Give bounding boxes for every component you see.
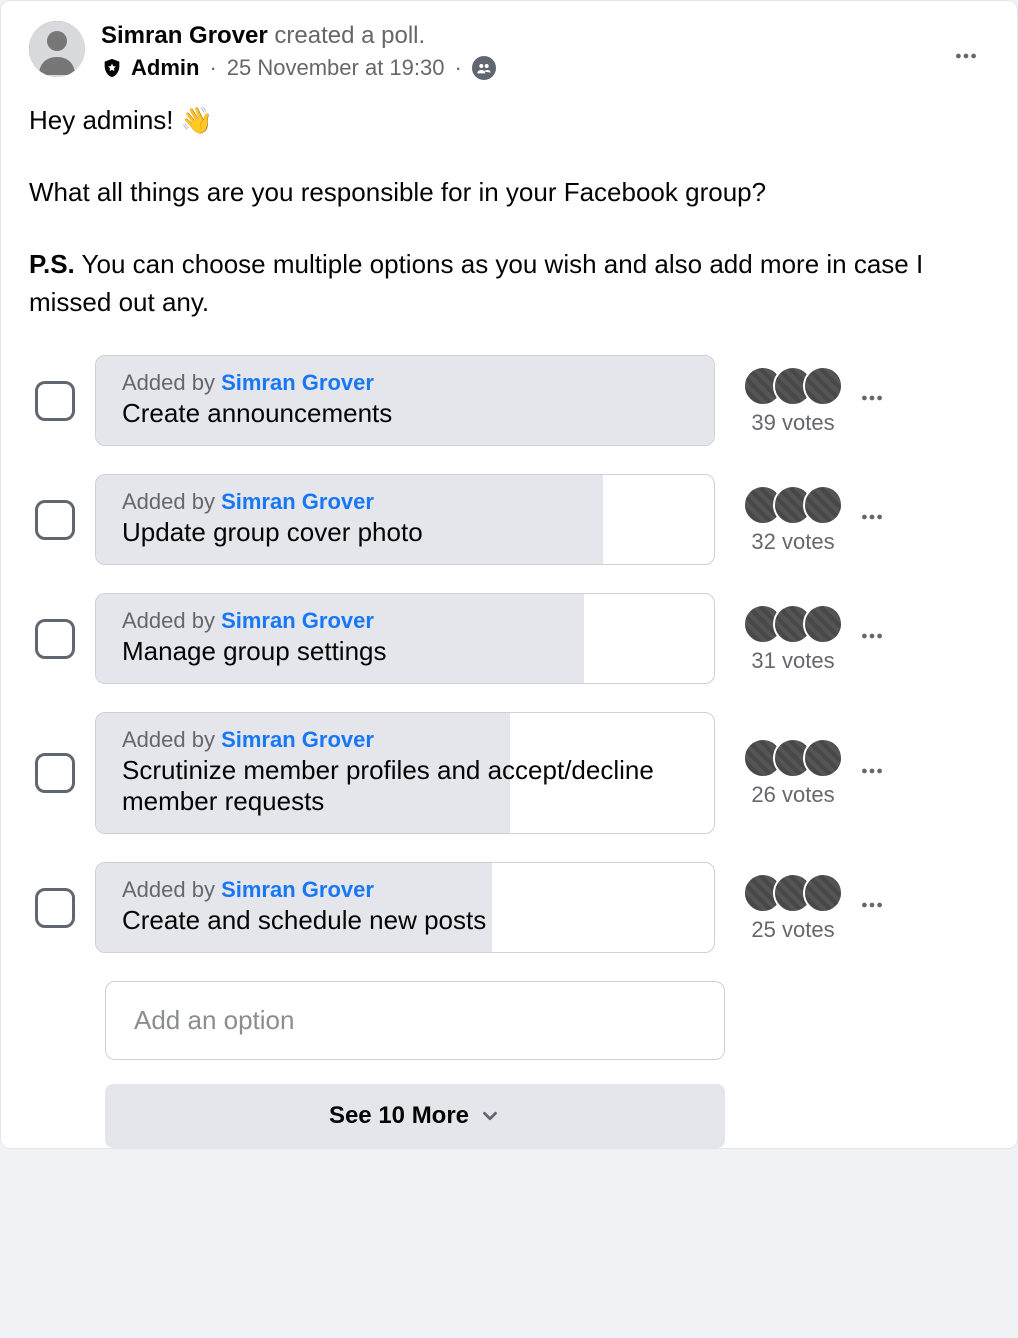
poll-option-content: Added by Simran Grover Scrutinize member… <box>96 713 714 833</box>
poll-option-menu[interactable] <box>855 619 889 658</box>
poll-option-box[interactable]: Added by Simran Grover Create and schedu… <box>95 862 715 953</box>
poll-option-box[interactable]: Added by Simran Grover Create announceme… <box>95 355 715 446</box>
post-meta-line: Admin 25 November at 19:30 <box>101 55 989 81</box>
added-by-author[interactable]: Simran Grover <box>221 370 374 395</box>
poll-option-added-by: Added by Simran Grover <box>122 727 688 753</box>
post-timestamp[interactable]: 25 November at 19:30 <box>227 55 445 81</box>
author-name[interactable]: Simran Grover <box>101 22 268 49</box>
poll-option-row: Added by Simran Grover Update group cove… <box>29 474 989 565</box>
added-by-prefix: Added by <box>122 608 221 633</box>
poll-option-menu[interactable] <box>855 888 889 927</box>
poll-option-checkbox[interactable] <box>35 619 75 659</box>
poll-vote-block: 26 votes <box>743 738 889 808</box>
poll-option-text: Update group cover photo <box>122 517 688 548</box>
voter-avatars[interactable] <box>743 738 843 778</box>
poll-option-menu[interactable] <box>855 381 889 420</box>
poll-option-box[interactable]: Added by Simran Grover Manage group sett… <box>95 593 715 684</box>
poll-option-content: Added by Simran Grover Create and schedu… <box>96 863 714 952</box>
meta-separator <box>207 55 218 81</box>
poll-option-box[interactable]: Added by Simran Grover Update group cove… <box>95 474 715 565</box>
poll-option-row: Added by Simran Grover Scrutinize member… <box>29 712 989 834</box>
post-action: created a poll. <box>274 22 425 49</box>
added-by-author[interactable]: Simran Grover <box>221 727 374 752</box>
post-header: Simran Grover created a poll. Admin 25 N… <box>29 21 989 81</box>
voter-avatar <box>803 485 843 525</box>
poll-option-added-by: Added by Simran Grover <box>122 608 688 634</box>
add-option-row <box>105 981 989 1060</box>
poll-option-text: Create and schedule new posts <box>122 905 688 936</box>
poll-voters: 39 votes <box>743 366 843 436</box>
ps-text: You can choose multiple options as you w… <box>29 249 923 317</box>
poll-vote-count: 25 votes <box>751 917 834 943</box>
poll-option-added-by: Added by Simran Grover <box>122 370 688 396</box>
see-more-label: See 10 More <box>329 1102 469 1130</box>
poll-vote-block: 32 votes <box>743 485 889 555</box>
see-more-button[interactable]: See 10 More <box>105 1084 725 1148</box>
voter-avatar <box>803 366 843 406</box>
poll-option-row: Added by Simran Grover Create and schedu… <box>29 862 989 953</box>
poll-option-added-by: Added by Simran Grover <box>122 489 688 515</box>
ps-label: P.S. <box>29 249 75 279</box>
poll-vote-block: 25 votes <box>743 873 889 943</box>
poll-voters: 31 votes <box>743 604 843 674</box>
voter-avatar <box>803 604 843 644</box>
add-option-box[interactable] <box>105 981 725 1060</box>
voter-avatars[interactable] <box>743 873 843 913</box>
poll-vote-count: 26 votes <box>751 782 834 808</box>
added-by-author[interactable]: Simran Grover <box>221 489 374 514</box>
audience-icon[interactable] <box>472 56 496 80</box>
added-by-prefix: Added by <box>122 727 221 752</box>
poll-vote-count: 32 votes <box>751 529 834 555</box>
poll-voters: 32 votes <box>743 485 843 555</box>
post-question: What all things are you responsible for … <box>29 173 989 211</box>
see-more-row: See 10 More <box>105 1084 989 1148</box>
poll-option-checkbox[interactable] <box>35 381 75 421</box>
poll-post-card: Simran Grover created a poll. Admin 25 N… <box>0 0 1018 1149</box>
poll-option-row: Added by Simran Grover Create announceme… <box>29 355 989 446</box>
poll-option-checkbox[interactable] <box>35 888 75 928</box>
voter-avatar <box>803 873 843 913</box>
add-option-input[interactable] <box>132 1004 698 1037</box>
post-greeting: Hey admins! 👋 <box>29 101 989 139</box>
chevron-down-icon <box>479 1105 501 1127</box>
poll-option-text: Create announcements <box>122 398 688 429</box>
post-menu-button[interactable] <box>947 37 985 80</box>
poll-option-text: Scrutinize member profiles and accept/de… <box>122 755 688 817</box>
poll-voters: 26 votes <box>743 738 843 808</box>
voter-avatars[interactable] <box>743 366 843 406</box>
post-body: Hey admins! 👋 What all things are you re… <box>29 101 989 321</box>
added-by-author[interactable]: Simran Grover <box>221 608 374 633</box>
poll-option-box[interactable]: Added by Simran Grover Scrutinize member… <box>95 712 715 834</box>
admin-badge-icon <box>101 57 123 79</box>
added-by-author[interactable]: Simran Grover <box>221 877 374 902</box>
poll-vote-count: 31 votes <box>751 648 834 674</box>
poll-option-content: Added by Simran Grover Update group cove… <box>96 475 714 564</box>
post-title-line: Simran Grover created a poll. <box>101 21 989 51</box>
post-header-text: Simran Grover created a poll. Admin 25 N… <box>101 21 989 81</box>
poll-vote-block: 31 votes <box>743 604 889 674</box>
poll-option-content: Added by Simran Grover Manage group sett… <box>96 594 714 683</box>
meta-separator <box>452 55 463 81</box>
poll-options: Added by Simran Grover Create announceme… <box>29 355 989 953</box>
author-avatar[interactable] <box>29 21 85 77</box>
poll-voters: 25 votes <box>743 873 843 943</box>
voter-avatars[interactable] <box>743 604 843 644</box>
poll-option-menu[interactable] <box>855 500 889 539</box>
added-by-prefix: Added by <box>122 877 221 902</box>
added-by-prefix: Added by <box>122 370 221 395</box>
poll-option-checkbox[interactable] <box>35 500 75 540</box>
poll-option-content: Added by Simran Grover Create announceme… <box>96 356 714 445</box>
poll-option-checkbox[interactable] <box>35 753 75 793</box>
poll-option-row: Added by Simran Grover Manage group sett… <box>29 593 989 684</box>
poll-vote-block: 39 votes <box>743 366 889 436</box>
poll-option-menu[interactable] <box>855 754 889 793</box>
voter-avatars[interactable] <box>743 485 843 525</box>
added-by-prefix: Added by <box>122 489 221 514</box>
poll-option-added-by: Added by Simran Grover <box>122 877 688 903</box>
poll-option-text: Manage group settings <box>122 636 688 667</box>
voter-avatar <box>803 738 843 778</box>
author-role: Admin <box>131 55 199 81</box>
poll-vote-count: 39 votes <box>751 410 834 436</box>
post-ps: P.S. You can choose multiple options as … <box>29 245 989 321</box>
